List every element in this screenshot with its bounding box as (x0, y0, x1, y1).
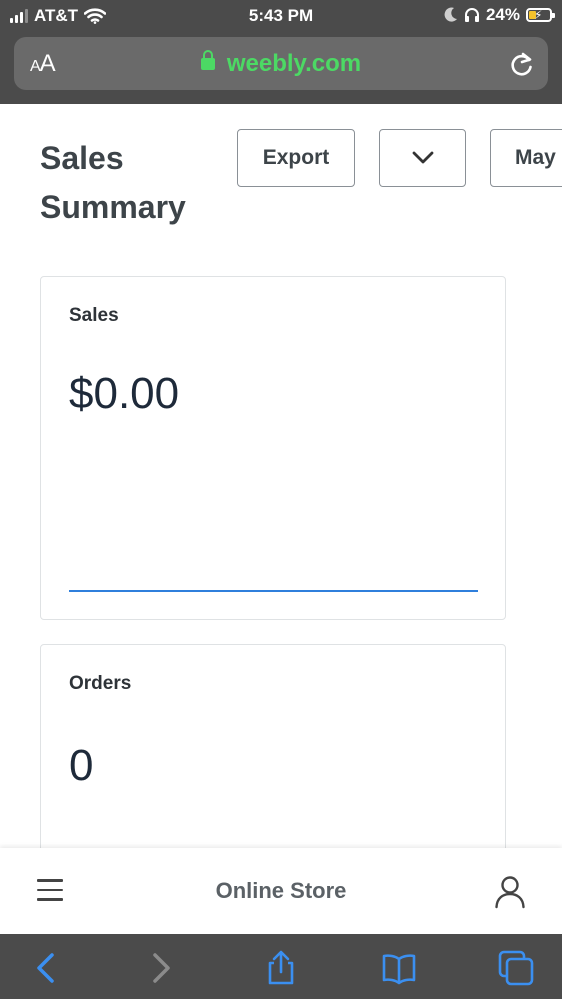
url-text: weebly.com (226, 50, 362, 77)
browser-toolbar (0, 934, 562, 999)
status-bar: AT&T 5:43 PM 24% ⚡ (0, 0, 562, 34)
back-icon[interactable] (28, 950, 64, 986)
app-bottom-nav: Online Store (0, 848, 562, 934)
share-icon[interactable] (263, 950, 299, 986)
options-dropdown-button[interactable] (379, 129, 466, 187)
app-nav-title: Online Store (215, 878, 347, 903)
page-title: Sales Summary (40, 140, 186, 225)
forward-icon[interactable] (143, 950, 179, 986)
user-icon[interactable] (494, 875, 526, 909)
chevron-down-icon (412, 151, 433, 164)
battery-charging-icon: ⚡ (526, 8, 555, 22)
sales-card: Sales $0.00 (40, 276, 506, 620)
orders-label: Orders (69, 673, 132, 694)
bookmarks-icon[interactable] (381, 950, 417, 986)
tabs-icon[interactable] (498, 950, 534, 986)
sales-label: Sales (69, 305, 119, 326)
battery-percent: 24% (485, 5, 520, 24)
export-button[interactable]: Export (237, 129, 355, 187)
address-bar[interactable]: AA weebly.com (14, 37, 548, 90)
sales-value: $0.00 (69, 369, 180, 418)
period-select-button[interactable]: May (490, 129, 562, 187)
url-display[interactable]: weebly.com (14, 50, 548, 78)
reload-icon[interactable] (508, 50, 536, 78)
orders-value: 0 (69, 741, 94, 790)
moon-icon (444, 7, 457, 22)
status-right: 24% ⚡ (444, 5, 555, 25)
lock-icon (200, 50, 215, 70)
headphones-icon (464, 8, 479, 22)
browser-address-area: AA weebly.com (0, 34, 562, 104)
sales-chart-line (69, 590, 478, 592)
